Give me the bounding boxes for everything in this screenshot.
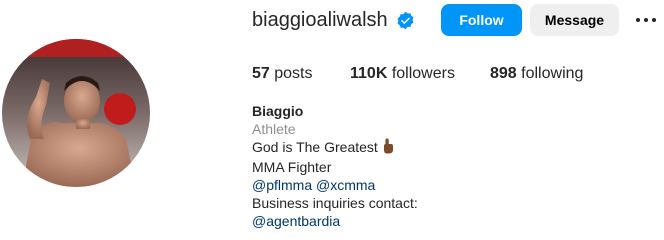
posts-label: posts (274, 65, 313, 82)
bio-line-business: Business inquiries contact: (252, 195, 418, 211)
followers-count: 110K (350, 65, 388, 82)
mention-pflmma-link[interactable]: @pflmma (252, 177, 312, 193)
bio-line-faith-text: God is The Greatest (252, 139, 378, 155)
profile-avatar[interactable] (2, 39, 150, 187)
avatar-photo (2, 39, 150, 187)
bio-line-mma: MMA Fighter (252, 159, 332, 175)
posts-count: 57 (252, 65, 270, 82)
follow-button[interactable]: Follow (441, 4, 522, 36)
mention-agentbardia-link[interactable]: @agentbardia (252, 212, 418, 230)
bio-category: Athlete (252, 121, 296, 137)
followers-label: followers (391, 65, 455, 82)
following-label: following (521, 65, 584, 82)
verified-badge-icon (397, 11, 414, 30)
bio-line-mentions: @pflmma @xcmma (252, 176, 418, 194)
following-stat[interactable]: 898 following (490, 64, 583, 84)
message-button[interactable]: Message (530, 4, 619, 36)
profile-username: biaggioaliwalsh (252, 9, 388, 31)
pointing-up-hand-icon (382, 138, 394, 158)
mention-xcmma-link[interactable]: @xcmma (316, 177, 375, 193)
followers-stat[interactable]: 110K followers (350, 64, 455, 84)
more-options-icon[interactable] (634, 11, 658, 29)
posts-stat: 57 posts (252, 64, 313, 84)
bio-name: Biaggio (252, 103, 304, 119)
bio-line-faith: God is The Greatest (252, 138, 418, 158)
profile-bio: Biaggio Athlete God is The Greatest MMA … (252, 102, 418, 230)
following-count: 898 (490, 65, 517, 82)
